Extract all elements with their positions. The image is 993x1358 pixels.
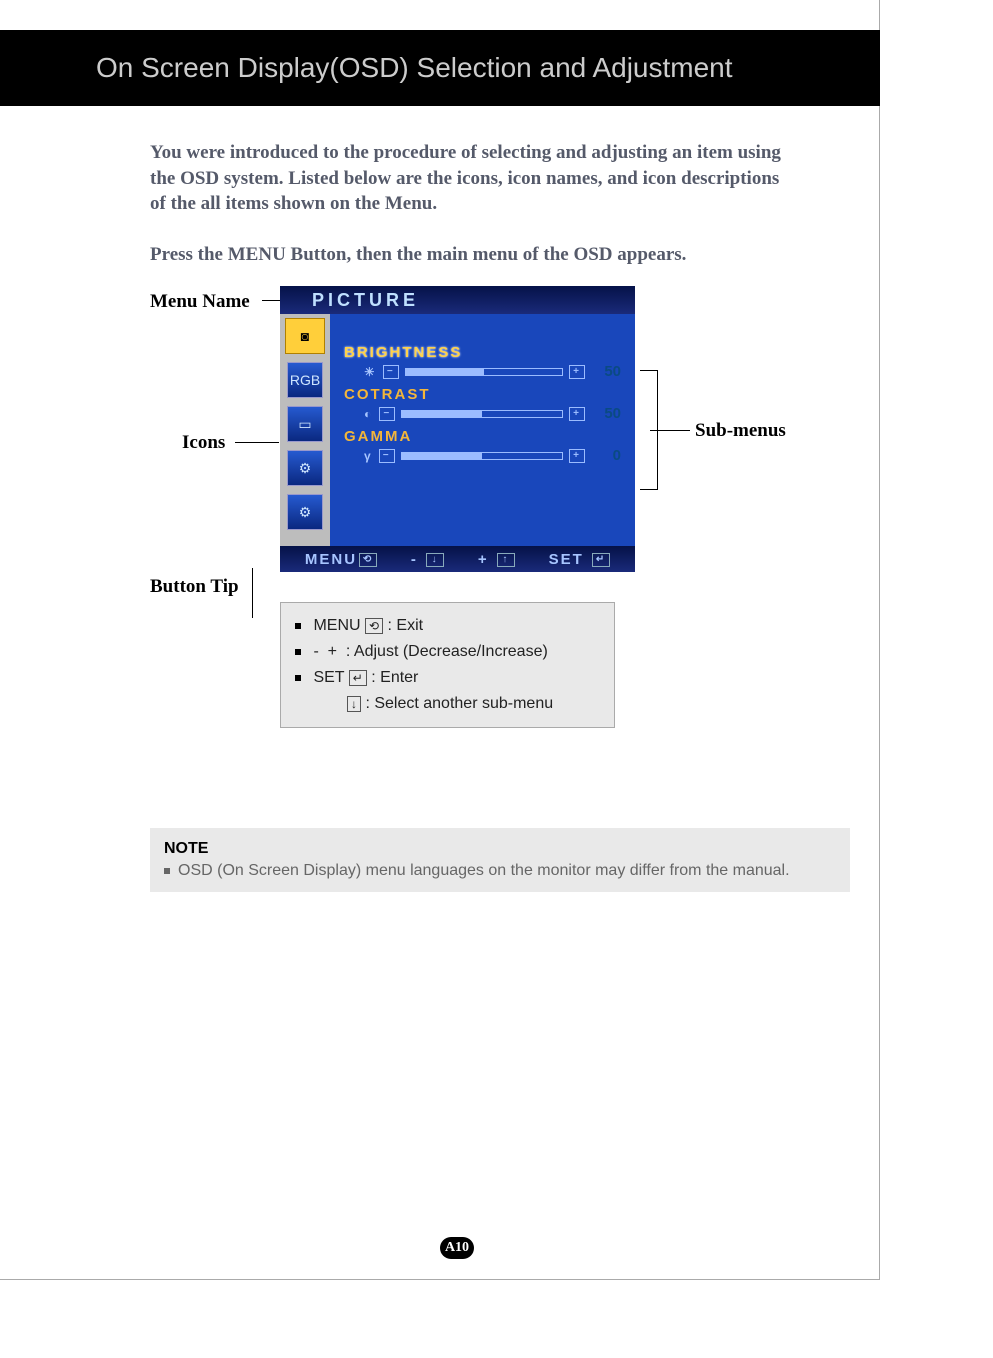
connector-line <box>262 300 280 301</box>
intro-paragraph: You were introduced to the procedure of … <box>150 140 790 217</box>
plus-icon[interactable]: + <box>569 365 585 379</box>
label-button-tip: Button Tip <box>150 576 239 598</box>
enter-icon: ↵ <box>592 553 610 567</box>
slider[interactable]: γ − + 0 <box>364 447 621 464</box>
osd-window: PICTURE ◙ RGB ▭ ⚙ ⚙ BRIGHTNESS ☀ − + 50 <box>280 286 635 572</box>
connector-line <box>252 568 253 618</box>
osd-body: ◙ RGB ▭ ⚙ ⚙ BRIGHTNESS ☀ − + 50 <box>280 314 635 546</box>
slider[interactable]: ◐ − + 50 <box>364 405 621 422</box>
bullet-icon <box>164 868 170 874</box>
slider-bar[interactable] <box>401 452 563 460</box>
row-name: GAMMA <box>344 428 621 445</box>
plus-icon[interactable]: + <box>569 449 585 463</box>
row-name: BRIGHTNESS <box>344 344 621 361</box>
button-tip-box: MENU ⟲ : Exit - + : Adjust (Decrease/Inc… <box>280 602 615 728</box>
footer-set-label: SET <box>549 551 584 568</box>
sidebar-other-icon[interactable]: ⚙ <box>287 494 323 530</box>
plus-icon[interactable]: + <box>569 407 585 421</box>
down-arrow-icon: ↓ <box>426 553 444 567</box>
footer-minus[interactable]: - ↓ <box>411 551 444 568</box>
tip-adjust-desc: : Adjust (Decrease/Increase) <box>346 643 548 660</box>
enter-icon: ↵ <box>349 670 367 686</box>
value: 50 <box>591 405 621 422</box>
footer-menu-label: MENU <box>305 551 357 568</box>
note-heading: NOTE <box>164 840 836 858</box>
footer-plus-label: + <box>478 551 489 568</box>
tip-menu-label: MENU <box>313 617 360 634</box>
footer-menu[interactable]: MENU⟲ <box>305 551 377 568</box>
minus-icon[interactable]: − <box>379 407 395 421</box>
label-icons: Icons <box>182 432 225 454</box>
down-arrow-icon: ↓ <box>347 696 361 712</box>
bracket <box>640 370 658 490</box>
row-name: COTRAST <box>344 386 621 403</box>
tip-menu: MENU ⟲ : Exit <box>295 613 600 639</box>
bullet-icon <box>295 675 301 681</box>
slider-bar[interactable] <box>405 368 563 376</box>
page-frame: On Screen Display(OSD) Selection and Adj… <box>0 0 880 1280</box>
osd-title: PICTURE <box>280 286 635 314</box>
tip-set: SET ↵ : Enter <box>295 665 600 691</box>
tip-set-label: SET <box>313 669 344 686</box>
tip-select-desc: : Select another sub-menu <box>365 695 553 712</box>
sidebar-picture-icon[interactable]: ◙ <box>285 318 325 354</box>
osd-footer: MENU⟲ - ↓ + ↑ SET ↵ <box>280 546 635 572</box>
note-text-content: OSD (On Screen Display) menu languages o… <box>178 862 790 879</box>
value: 0 <box>591 447 621 464</box>
slider[interactable]: ☀ − + 50 <box>364 363 621 380</box>
row-gamma[interactable]: GAMMA γ − + 0 <box>344 428 621 464</box>
exit-icon: ⟲ <box>365 618 383 634</box>
note-text: OSD (On Screen Display) menu languages o… <box>164 862 836 880</box>
tip-adjust: - + : Adjust (Decrease/Increase) <box>295 639 600 665</box>
label-sub-menus: Sub-menus <box>695 420 786 442</box>
minus-plus-text: - + <box>313 643 341 660</box>
sidebar-color-icon[interactable]: RGB <box>287 362 323 398</box>
note-box: NOTE OSD (On Screen Display) menu langua… <box>150 828 850 892</box>
row-brightness[interactable]: BRIGHTNESS ☀ − + 50 <box>344 344 621 380</box>
footer-minus-label: - <box>411 551 418 568</box>
tip-menu-desc: : Exit <box>388 617 424 634</box>
tip-select: ↓ : Select another sub-menu <box>295 691 600 717</box>
bullet-icon <box>295 649 301 655</box>
minus-icon[interactable]: − <box>383 365 399 379</box>
bullet-icon <box>295 623 301 629</box>
osd-sidebar: ◙ RGB ▭ ⚙ ⚙ <box>280 314 330 546</box>
footer-set[interactable]: SET ↵ <box>549 551 610 568</box>
exit-icon: ⟲ <box>359 553 377 567</box>
gamma-icon: γ <box>364 449 373 463</box>
page-number: A10 <box>440 1237 474 1259</box>
tip-set-desc: : Enter <box>371 669 418 686</box>
press-line: Press the MENU Button, then the main men… <box>150 244 790 266</box>
page-title: On Screen Display(OSD) Selection and Adj… <box>96 52 733 84</box>
row-contrast[interactable]: COTRAST ◐ − + 50 <box>344 386 621 422</box>
value: 50 <box>591 363 621 380</box>
osd-main: BRIGHTNESS ☀ − + 50 COTRAST ◐ − <box>330 314 635 546</box>
contrast-icon: ◐ <box>364 407 373 421</box>
footer-plus[interactable]: + ↑ <box>478 551 515 568</box>
page-banner: On Screen Display(OSD) Selection and Adj… <box>0 30 880 106</box>
slider-bar[interactable] <box>401 410 563 418</box>
sidebar-tracking-icon[interactable]: ▭ <box>287 406 323 442</box>
minus-icon[interactable]: − <box>379 449 395 463</box>
sidebar-setup-icon[interactable]: ⚙ <box>287 450 323 486</box>
connector-line <box>235 442 279 443</box>
label-menu-name: Menu Name <box>150 291 250 313</box>
up-arrow-icon: ↑ <box>497 553 515 567</box>
brightness-icon: ☀ <box>364 365 377 379</box>
